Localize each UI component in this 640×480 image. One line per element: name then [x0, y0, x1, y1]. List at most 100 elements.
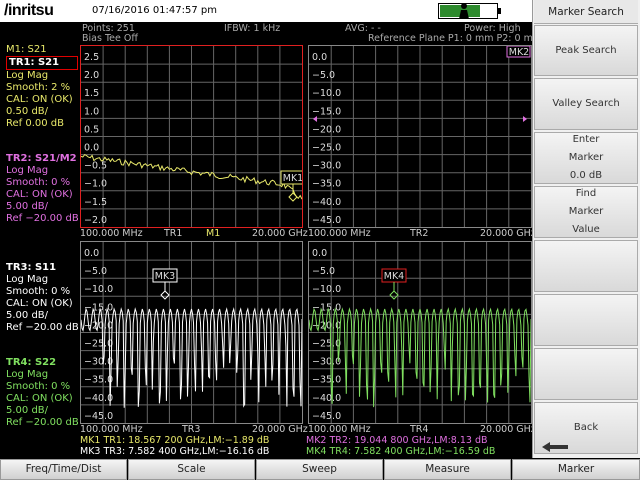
y-tick-label: −25.0 [312, 143, 341, 154]
plot-tr1[interactable]: 2.5 2.0 1.5 1.0 0.5 0.0 −0.5 −1.0 −1.5 −2.0 MK1 [80, 45, 303, 228]
enter-marker-button[interactable]: Enter Marker 0.0 dB [534, 132, 638, 184]
trace-smooth: Smooth: 0 % [6, 381, 71, 392]
tr4-start-freq: 100.000 MHz [308, 424, 371, 435]
trace-info-tr4[interactable]: TR4: S22 Log Mag Smooth: 0 % CAL: ON (OK… [6, 357, 79, 429]
marker-mk3: MK3 [152, 268, 178, 300]
ifbw-status: IFBW: 1 kHz [224, 23, 281, 34]
trace-format: Log Mag [6, 165, 49, 176]
back-arrow-icon [542, 442, 568, 452]
marker-m1-label: M1: S21 [6, 44, 47, 55]
tr1-name: TR1 [164, 228, 183, 239]
tab-marker[interactable]: Marker [512, 459, 640, 480]
y-tick-label: 0.0 [84, 143, 99, 154]
marker-readout-mk4: MK4 TR4: 7.582 400 GHz,LM:−16.59 dB [306, 446, 496, 457]
tr1-start-freq: 100.000 MHz [80, 228, 143, 239]
bias-tee-status: Bias Tee Off [82, 33, 138, 44]
trace-label-tr2[interactable]: TR2: S21/M2 [6, 153, 79, 165]
trace-cal: CAL: ON (OK) [6, 393, 73, 404]
y-tick-label: −15.0 [312, 302, 341, 313]
trace-smooth: Smooth: 2 % [6, 82, 71, 93]
softkey-blank-1[interactable] [534, 240, 638, 292]
y-tick-label: −35.0 [312, 375, 341, 386]
tr2-name: TR2 [410, 228, 429, 239]
tr4-name: TR4 [410, 424, 429, 435]
tr1-marker-name: M1 [206, 228, 221, 239]
trace-info-tr2[interactable]: TR2: S21/M2 Log Mag Smooth: 0 % CAL: ON … [6, 153, 79, 225]
y-tick-label: 2.5 [84, 52, 99, 63]
tr3-stop-freq: 20.000 GHz [252, 424, 308, 435]
trace-ref: Ref 0.00 dB [6, 118, 65, 129]
trace-scale: 0.50 dB/ [6, 106, 49, 117]
person-icon [459, 3, 469, 19]
y-tick-label: 0.0 [312, 248, 327, 259]
y-tick-label: −5.0 [312, 70, 335, 81]
peak-search-button[interactable]: Peak Search [534, 25, 638, 76]
plot-tr4[interactable]: 0.0−5.0−10.0−15.0−20.0−25.0−30.0−35.0−40… [308, 241, 532, 424]
y-tick-label: −0.5 [84, 161, 107, 172]
y-tick-label: −10.0 [84, 284, 113, 295]
trace-smooth: Smooth: 0 % [6, 177, 71, 188]
softkey-blank-3[interactable] [534, 348, 638, 400]
y-tick-label: 2.0 [84, 70, 99, 81]
y-tick-label: −45.0 [312, 411, 341, 422]
trace-info-tr1[interactable]: M1: S21 TR1: S21 Log Mag Smooth: 2 % CAL… [6, 44, 78, 130]
valley-search-button[interactable]: Valley Search [534, 78, 638, 130]
y-tick-label: −30.0 [312, 161, 341, 172]
reference-plane-status: Reference Plane P1: 0 mm P2: 0 mm [368, 33, 543, 44]
trace-label-tr3[interactable]: TR3: S11 [6, 262, 79, 274]
y-tick-label: −10.0 [312, 88, 341, 99]
trace-label-tr4[interactable]: TR4: S22 [6, 357, 79, 369]
y-tick-label: −35.0 [84, 375, 113, 386]
trace-ref: Ref −20.00 dB [6, 417, 79, 428]
y-tick-label: −2.0 [84, 215, 107, 226]
marker-readout-mk3: MK3 TR3: 7.582 400 GHz,LM:−16.16 dB [80, 446, 270, 457]
tr2-stop-freq: 20.000 GHz [480, 228, 536, 239]
marker-label: MK4 [384, 271, 404, 282]
marker-mk4: MK4 [381, 268, 407, 300]
ref-arrow-icon [523, 116, 527, 122]
marker-label: MK1 [283, 173, 303, 184]
trace-format: Log Mag [6, 274, 49, 285]
tr3-name: TR3 [182, 424, 201, 435]
trace-scale: 5.00 dB/ [6, 201, 49, 212]
y-tick-label: −20.0 [312, 124, 341, 135]
trace-label-tr1[interactable]: TR1: S21 [6, 56, 78, 70]
y-tick-label: −40.0 [84, 393, 113, 404]
marker-readout-mk1: MK1 TR1: 18.567 200 GHz,LM:−1.89 dB [80, 435, 270, 446]
trace-info-tr3[interactable]: TR3: S11 Log Mag Smooth: 0 % CAL: ON (OK… [6, 262, 79, 334]
y-tick-label: −35.0 [312, 179, 341, 190]
tab-sweep[interactable]: Sweep [256, 459, 383, 480]
tr2-start-freq: 100.000 MHz [308, 228, 371, 239]
trace-scale: 5.00 dB/ [6, 310, 49, 321]
y-tick-label: −30.0 [84, 357, 113, 368]
marker-readout-mk2: MK2 TR2: 19.044 800 GHz,LM:8.13 dB [306, 435, 488, 446]
marker-mk2: MK2 [506, 46, 531, 58]
y-tick-label: 1.0 [84, 106, 99, 117]
y-tick-label: −1.5 [84, 197, 107, 208]
y-tick-label: −5.0 [84, 266, 107, 277]
y-tick-label: −45.0 [84, 411, 113, 422]
y-tick-label: 0.0 [312, 52, 327, 63]
trace-format: Log Mag [6, 369, 49, 380]
plot-tr3[interactable]: 0.0−5.0−10.0−15.0−20.0−25.0−30.0−35.0−40… [80, 241, 303, 424]
find-marker-value-button[interactable]: Find Marker Value [534, 186, 638, 238]
trace-format: Log Mag [6, 70, 49, 81]
trace-ref: Ref −20.00 dB [6, 213, 79, 224]
trace-smooth: Smooth: 0 % [6, 286, 71, 297]
y-tick-label: −25.0 [312, 339, 341, 350]
softkey-blank-2[interactable] [534, 294, 638, 346]
tab-scale[interactable]: Scale [128, 459, 255, 480]
y-tick-label: −15.0 [312, 106, 341, 117]
y-tick-label: −10.0 [312, 284, 341, 295]
plot-tr2[interactable]: 0.0 −5.0 −10.0 −15.0 −20.0 −25.0 −30.0 −35.0 −40… [308, 45, 532, 228]
y-tick-label: −40.0 [312, 393, 341, 404]
tr4-stop-freq: 20.000 GHz [480, 424, 536, 435]
trace-cal: CAL: ON (OK) [6, 298, 73, 309]
y-tick-label: −40.0 [312, 197, 341, 208]
tab-measure[interactable]: Measure [384, 459, 511, 480]
y-tick-label: 0.0 [84, 248, 99, 259]
y-tick-label: 0.5 [84, 124, 99, 135]
tab-freq-time-dist[interactable]: Freq/Time/Dist [0, 459, 127, 480]
brand-logo: /inritsu [4, 2, 54, 19]
y-tick-label: −1.0 [84, 179, 107, 190]
